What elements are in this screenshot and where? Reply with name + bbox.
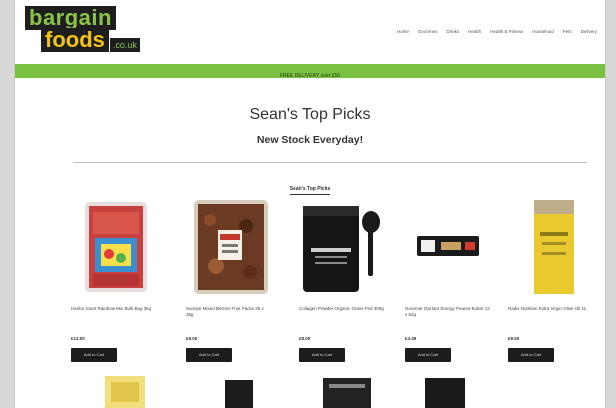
main-nav: Home Groceries Drinks Health Health & Fi… [397, 29, 597, 34]
site-header: bargain foods .co.uk Home Groceries Drink… [15, 0, 605, 64]
nav-item-household[interactable]: Household [532, 29, 554, 34]
tab-label: Sean's Top Picks [289, 186, 331, 195]
product-image-partial-dark-1[interactable] [221, 376, 257, 408]
delivery-banner: FREE DELIVERY over £50 [15, 64, 605, 79]
add-to-cart-button[interactable]: Add to Cart [186, 348, 232, 362]
logo-domain: .co.uk [109, 38, 140, 52]
product-name[interactable]: Sunripe Mixed Berries Fruit Packs 25 x 3… [186, 306, 272, 318]
product-name[interactable]: Radix Nutrition Extra Virgin Olive Oil 1… [508, 306, 594, 312]
banner-text: FREE DELIVERY over £50 [279, 73, 341, 79]
product-price: £8.00 [299, 336, 311, 341]
nav-item-groceries[interactable]: Groceries [418, 29, 438, 34]
nav-item-home[interactable]: Home [397, 29, 409, 34]
nav-item-pets[interactable]: Pets [563, 29, 572, 34]
product-grid: Haribo Giant Rainbow Mix Bulk Bag 3kg £1… [71, 196, 591, 371]
nav-item-drinks[interactable]: Drinks [446, 29, 459, 34]
product-image-collagen-tub[interactable] [299, 196, 387, 296]
product-image-dried-fruit[interactable] [186, 196, 274, 296]
add-to-cart-button[interactable]: Add to Cart [299, 348, 345, 362]
logo-line-2: foods [41, 28, 109, 52]
product-price: £3.49 [405, 336, 417, 341]
product-image-partial-yellow[interactable] [105, 376, 145, 408]
product-image-yellow-box[interactable] [508, 196, 596, 296]
product-name[interactable]: Collagen Powder Organic Grass Fed 300g [299, 306, 385, 312]
product-price: £9.00 [186, 336, 198, 341]
add-to-cart-button[interactable]: Add to Cart [71, 348, 117, 362]
section-divider [73, 162, 587, 163]
product-image-partial-dark-3[interactable] [421, 376, 469, 408]
product-grid-row-2 [71, 376, 591, 408]
tab-top-picks[interactable]: Sean's Top Picks [15, 177, 605, 195]
bargain-foods-logo[interactable]: bargain foods .co.uk [25, 6, 140, 52]
product-price: £9.50 [508, 336, 520, 341]
nav-item-delivery[interactable]: Delivery [581, 29, 597, 34]
add-to-cart-button[interactable]: Add to Cart [405, 348, 451, 362]
product-image-snack-bar[interactable] [405, 196, 493, 296]
browser-page: bargain foods .co.uk Home Groceries Drink… [14, 0, 606, 408]
product-name[interactable]: Gourmet Oat Bar Energy Peanut Butter 12 … [405, 306, 491, 318]
nav-item-health[interactable]: Health [468, 29, 481, 34]
product-image-partial-dark-2[interactable] [319, 376, 375, 408]
add-to-cart-button[interactable]: Add to Cart [508, 348, 554, 362]
product-image-candy-bag[interactable] [71, 196, 159, 296]
product-price: £13.00 [71, 336, 85, 341]
page-subtitle: New Stock Everyday! [256, 134, 364, 146]
nav-item-health-fitness[interactable]: Health & Fitness [490, 29, 523, 34]
product-name[interactable]: Haribo Giant Rainbow Mix Bulk Bag 3kg [71, 306, 157, 312]
page-title: Sean's Top Picks [249, 106, 371, 123]
